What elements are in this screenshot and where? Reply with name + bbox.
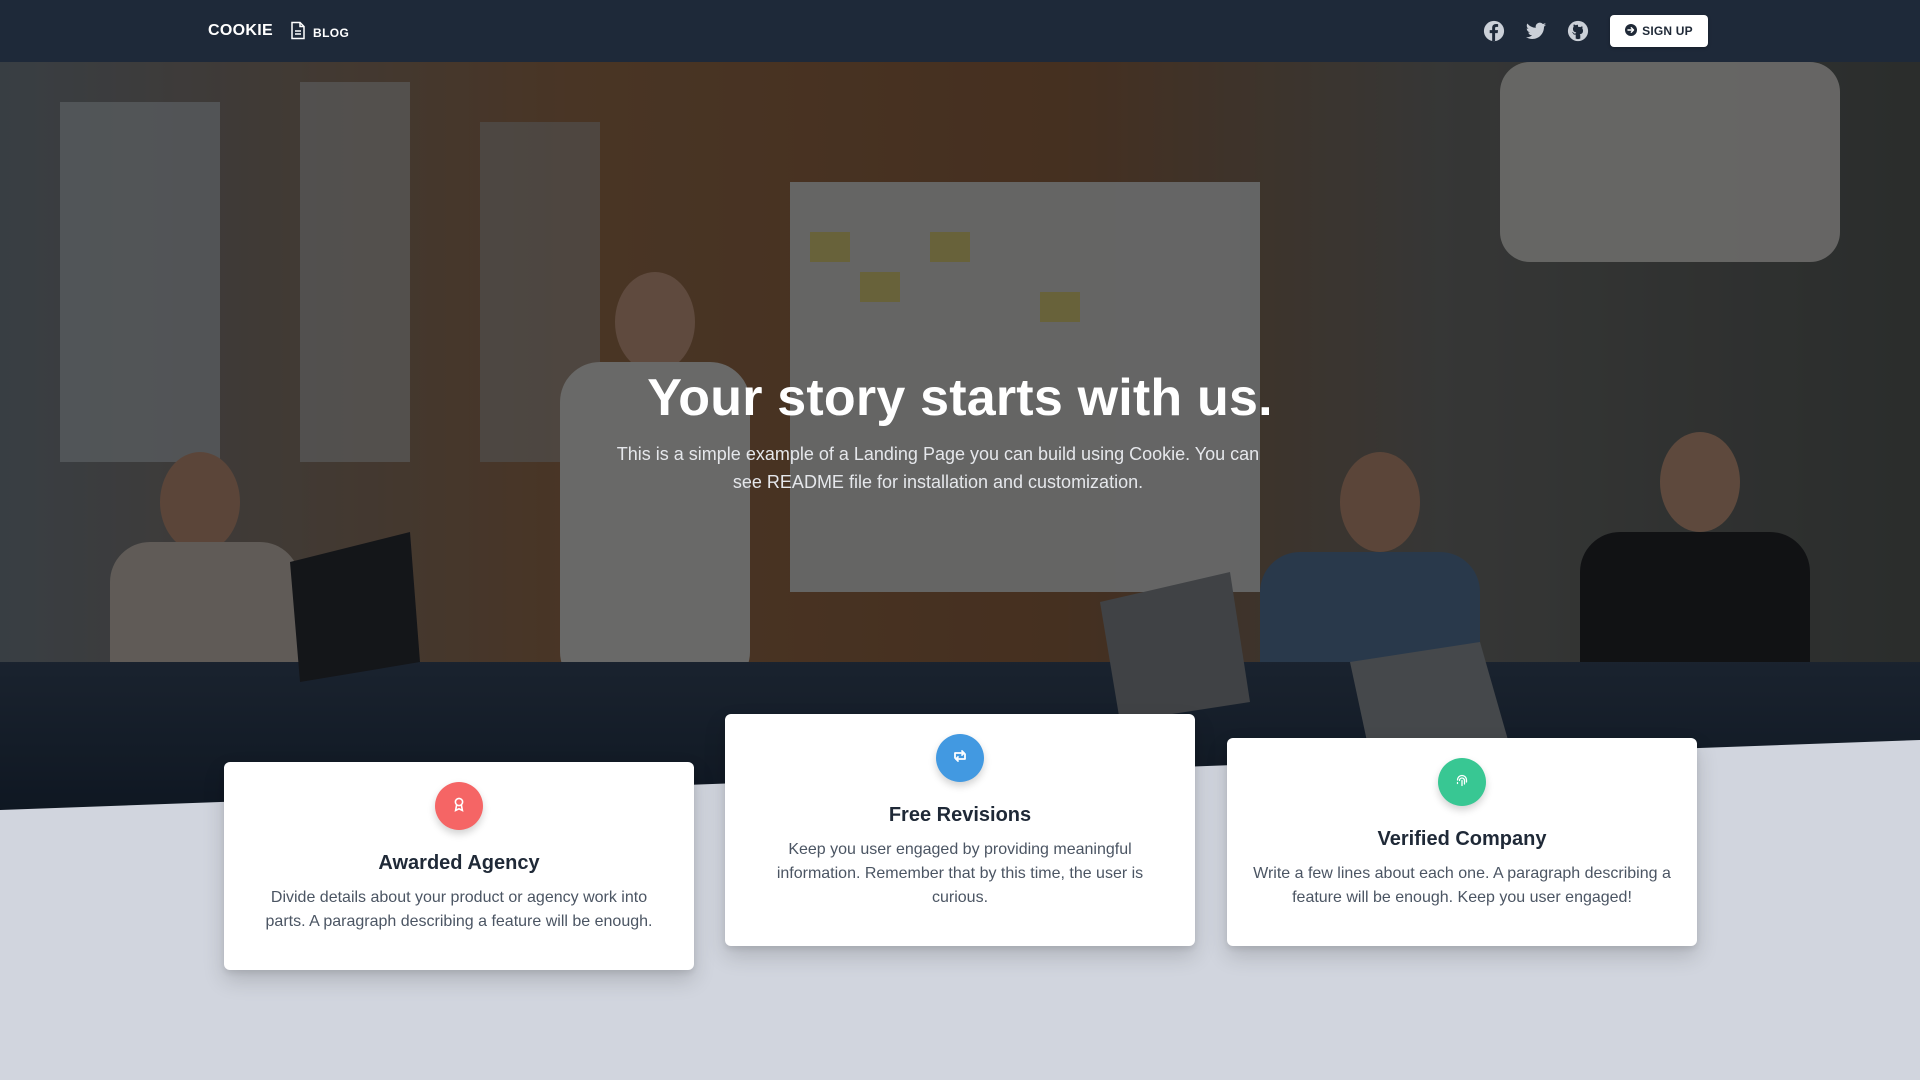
brand-link[interactable]: COOKIE [208, 22, 273, 40]
fingerprint-icon [1454, 772, 1470, 793]
feature-card-verified-company: Verified Company Write a few lines about… [1227, 738, 1697, 946]
hero-section: Your story starts with us. This is a sim… [0, 62, 1920, 822]
arrow-circle-icon [1625, 23, 1638, 39]
feature-card-awarded-agency: Awarded Agency Divide details about your… [224, 762, 694, 970]
hero-title: Your story starts with us. [647, 369, 1273, 427]
hero-subtitle: This is a simple example of a Landing Pa… [616, 444, 1260, 492]
feature-icon-badge [936, 734, 984, 782]
sign-up-button[interactable]: SIGN UP [1610, 15, 1708, 47]
award-icon [451, 796, 467, 817]
document-icon [290, 21, 306, 45]
nav-blog-link[interactable]: BLOG [290, 21, 349, 45]
twitter-icon [1525, 20, 1547, 42]
retweet-icon [952, 748, 968, 769]
feature-icon-badge [1438, 758, 1486, 806]
sign-up-label: SIGN UP [1642, 24, 1693, 38]
feature-title: Awarded Agency [378, 852, 540, 874]
feature-icon-badge [435, 782, 483, 830]
top-navbar: COOKIE BLOG SIGN UP [0, 0, 1920, 62]
feature-title: Verified Company [1377, 828, 1547, 850]
feature-description: Write a few lines about each one. A para… [1253, 865, 1671, 906]
twitter-link[interactable] [1525, 20, 1547, 42]
facebook-link[interactable] [1483, 20, 1505, 42]
github-link[interactable] [1567, 20, 1589, 42]
facebook-icon [1483, 20, 1505, 42]
nav-blog-label: BLOG [313, 26, 350, 40]
feature-card-free-revisions: Free Revisions Keep you user engaged by … [725, 714, 1195, 946]
feature-description: Divide details about your product or age… [265, 889, 653, 930]
feature-description: Keep you user engaged by providing meani… [776, 841, 1144, 906]
feature-title: Free Revisions [888, 804, 1032, 826]
github-icon [1567, 20, 1589, 42]
